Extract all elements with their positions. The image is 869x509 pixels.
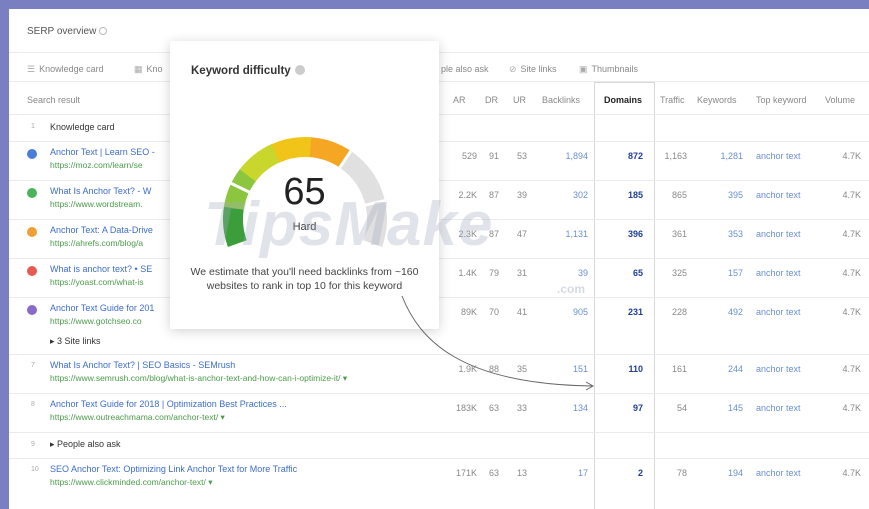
- result-title-link[interactable]: Anchor Text | Learn SEO -: [50, 147, 155, 157]
- gauge-segment: [271, 137, 313, 163]
- result-url[interactable]: https://www.wordstream.: [50, 199, 143, 209]
- divider: [9, 458, 869, 459]
- info-icon[interactable]: [99, 27, 108, 35]
- feature-thumbnails[interactable]: ▣ Thumbnails: [579, 64, 638, 75]
- site-links-expander[interactable]: ▸ 3 Site links: [9, 333, 869, 353]
- divider: [9, 52, 869, 53]
- header-volume[interactable]: Volume: [825, 95, 855, 105]
- divider: [9, 219, 869, 220]
- result-title-link[interactable]: Anchor Text: A Data-Drive: [50, 225, 153, 235]
- table-row: 7 What Is Anchor Text? | SEO Basics - SE…: [31, 360, 861, 384]
- title-text: SERP overview: [27, 26, 97, 37]
- divider: [9, 354, 869, 355]
- divider: [9, 114, 869, 115]
- difficulty-label: Hard: [292, 221, 317, 233]
- result-url[interactable]: https://www.gotchseo.co: [50, 316, 142, 326]
- difficulty-score: 65: [283, 171, 326, 213]
- keyword-difficulty-popup: Keyword difficulty 65 Hard We estimate t…: [170, 41, 439, 329]
- people-also-ask-expander[interactable]: 9 ▸ People also ask: [9, 434, 869, 458]
- table-row: What Is Anchor Text? - W https://www.wor…: [9, 182, 869, 218]
- feature-knowledge-card[interactable]: ☰ Knowledge card: [27, 64, 104, 75]
- info-icon[interactable]: [294, 65, 305, 75]
- divider: [9, 393, 869, 394]
- table-row: Anchor Text: A Data-Drive https://ahrefs…: [9, 221, 869, 257]
- header-backlinks[interactable]: Backlinks: [542, 95, 580, 105]
- table-row: 10 SEO Anchor Text: Optimizing Link Anch…: [31, 464, 861, 488]
- list-icon: ☰: [27, 64, 36, 74]
- image-icon: ▣: [579, 64, 588, 74]
- header-ur[interactable]: UR: [513, 95, 526, 105]
- result-badge-icon: [27, 188, 37, 198]
- result-title-link[interactable]: What Is Anchor Text? - W: [50, 186, 151, 196]
- page-title: SERP overview: [27, 26, 108, 37]
- result-url[interactable]: https://www.outreachmama.com/anchor-text…: [50, 412, 225, 423]
- list-item: 1 Knowledge card: [31, 122, 115, 132]
- result-badge-icon: [27, 266, 37, 276]
- divider: [9, 297, 869, 298]
- feature-site-links[interactable]: ⊘ Site links: [509, 64, 557, 75]
- link-icon: ⊘: [509, 64, 517, 74]
- divider: [9, 258, 869, 259]
- serp-overview-panel: SERP overview ☰ Knowledge card ▦ Kno ple a…: [9, 9, 869, 509]
- result-badge-icon: [27, 149, 37, 159]
- result-title-link[interactable]: What is anchor text? • SE: [50, 264, 152, 274]
- result-url[interactable]: https://ahrefs.com/blog/a: [50, 238, 143, 248]
- grid-icon: ▦: [134, 64, 143, 74]
- table-row: What is anchor text? • SE https://yoast.…: [9, 260, 869, 296]
- popup-title: Keyword difficulty: [191, 65, 305, 77]
- feature-people-also-ask[interactable]: ple also ask: [441, 64, 489, 74]
- table-row: Anchor Text | Learn SEO - https://moz.co…: [9, 143, 869, 179]
- result-title-link[interactable]: Anchor Text Guide for 201: [50, 303, 154, 313]
- result-badge-icon: [27, 227, 37, 237]
- result-title-link[interactable]: SEO Anchor Text: Optimizing Link Anchor …: [50, 464, 297, 474]
- header-search-result[interactable]: Search result: [27, 95, 80, 105]
- header-dr[interactable]: DR: [485, 95, 498, 105]
- result-title-link[interactable]: Anchor Text Guide for 2018 | Optimizatio…: [50, 399, 287, 409]
- divider: [9, 81, 869, 82]
- header-top-keyword[interactable]: Top keyword: [756, 95, 807, 105]
- header-domains[interactable]: Domains: [604, 95, 642, 105]
- result-badge-icon: [27, 305, 37, 315]
- divider: [9, 141, 869, 142]
- result-url[interactable]: https://www.clickminded.com/anchor-text/…: [50, 477, 213, 488]
- header-traffic[interactable]: Traffic: [660, 95, 685, 105]
- result-title-link[interactable]: What Is Anchor Text? | SEO Basics - SEMr…: [50, 360, 235, 370]
- divider: [9, 432, 869, 433]
- header-ar[interactable]: AR: [453, 95, 466, 105]
- header-keywords[interactable]: Keywords: [697, 95, 737, 105]
- result-url[interactable]: https://www.semrush.com/blog/what-is-anc…: [50, 373, 347, 384]
- result-url[interactable]: https://moz.com/learn/se: [50, 160, 143, 170]
- divider: [9, 180, 869, 181]
- result-url[interactable]: https://yoast.com/what-is: [50, 277, 144, 287]
- difficulty-description: We estimate that you'll need backlinks f…: [190, 266, 419, 292]
- gauge-segment: [309, 137, 351, 168]
- feature-knowledge-panel[interactable]: ▦ Kno: [134, 64, 163, 75]
- table-row: Anchor Text Guide for 201 https://www.go…: [9, 299, 869, 335]
- table-row: 8 Anchor Text Guide for 2018 | Optimizat…: [31, 399, 861, 423]
